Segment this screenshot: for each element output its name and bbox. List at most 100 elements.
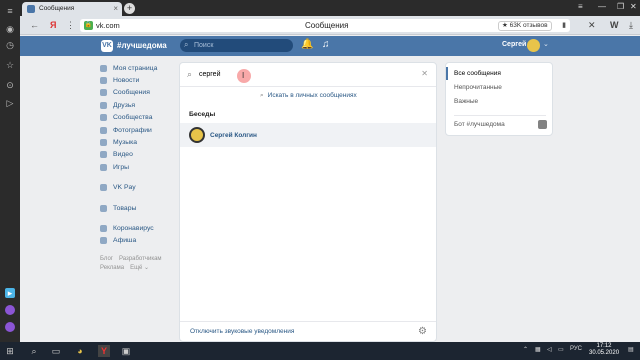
battery-icon[interactable]: ▭	[558, 346, 564, 353]
tray-up-icon[interactable]: ⌃	[523, 346, 528, 353]
volume-icon[interactable]: ◁	[547, 346, 552, 353]
messenger-icon[interactable]	[5, 305, 15, 315]
news-icon	[100, 77, 107, 85]
history-icon[interactable]: ◷	[5, 40, 15, 50]
sidebar-item-news[interactable]: Новости	[100, 74, 175, 86]
close-window-icon[interactable]: ✕	[630, 2, 637, 11]
sidebar-item-label: VK Pay	[113, 184, 136, 192]
avatar	[189, 127, 205, 143]
conversation-name: Сергей Колгин	[210, 132, 257, 139]
community-name[interactable]: #лучшедома	[117, 41, 167, 50]
sidebar-item-afisha[interactable]: Афиша	[100, 235, 175, 247]
windows-start-icon[interactable]: ⊞	[4, 345, 16, 357]
filter-bot[interactable]: Бот #лучшедома	[454, 121, 505, 128]
filter-all[interactable]: Все сообщения	[454, 70, 501, 77]
sidebar-item-goods[interactable]: Товары	[100, 202, 175, 214]
bookmarks-icon[interactable]: ☆	[5, 60, 15, 70]
lock-icon[interactable]: 🔒	[84, 21, 93, 30]
downloads-toolbar-icon[interactable]: ⤓	[629, 20, 633, 31]
friends-icon	[100, 101, 107, 109]
vk-logo-icon[interactable]: VK	[101, 40, 113, 52]
network-icon[interactable]: ▦	[535, 346, 541, 353]
vk-search-input[interactable]: ⌕ Поиск	[180, 39, 293, 52]
messages-search-input[interactable]: ⌕ сергей ✕ I	[180, 63, 436, 87]
sidebar-item-label: Коронавирус	[113, 224, 154, 232]
language-indicator[interactable]: РУС	[570, 346, 582, 352]
left-menu: Моя страница Новости Сообщения Друзья Со…	[100, 62, 175, 273]
alice-icon[interactable]: ◉	[5, 24, 15, 34]
active-filter-marker	[446, 67, 448, 80]
vk-header: VK #лучшедома ⌕ Поиск 🔔 ♫ Сергей ⌄	[20, 36, 640, 56]
footer-link-developers[interactable]: Разработчикам	[119, 256, 162, 262]
sidebar-item-label: Друзья	[113, 101, 136, 109]
bookmark-icon[interactable]: ▮	[562, 21, 566, 29]
sidebar-item-coronavirus[interactable]: Коронавирус	[100, 222, 175, 234]
sidebar-item-photos[interactable]: Фотографии	[100, 124, 175, 136]
video-icon	[100, 151, 107, 159]
sidebar-item-video[interactable]: Видео	[100, 149, 175, 161]
back-icon[interactable]: ←	[30, 20, 39, 30]
sidebar-item-vkpay[interactable]: VK Pay	[100, 182, 175, 194]
disable-sounds-link[interactable]: Отключить звуковые уведомления	[190, 328, 294, 335]
list-item[interactable]: Сергей Колгин	[180, 123, 436, 147]
games-icon	[100, 163, 107, 171]
music-icon	[100, 139, 107, 147]
search-icon[interactable]: ⌕	[28, 345, 40, 357]
app-window-icon[interactable]: ▣	[120, 345, 132, 357]
search-icon: ⌕	[260, 92, 264, 99]
task-view-icon[interactable]: ▭	[50, 345, 62, 357]
reviews-badge[interactable]: ★ 63K отзывов	[498, 21, 552, 31]
search-engine-icon[interactable]: ✕	[588, 20, 596, 31]
user-name[interactable]: Сергей	[502, 41, 526, 48]
avatar[interactable]	[527, 39, 540, 52]
new-tab-button[interactable]: +	[124, 3, 135, 14]
url-field[interactable]: 🔒 vk.com Сообщения ★ 63K отзывов ▮	[80, 19, 570, 32]
sidebar-item-friends[interactable]: Друзья	[100, 99, 175, 111]
yandex-browser-icon[interactable]: Y	[98, 345, 110, 357]
sidebar-item-groups[interactable]: Сообщества	[100, 112, 175, 124]
sidebar-item-label: Новости	[113, 77, 140, 85]
gear-icon[interactable]: ⚙	[418, 326, 427, 337]
notifications-bell-icon[interactable]: 🔔	[301, 39, 313, 50]
maximize-icon[interactable]: ❐	[617, 2, 624, 11]
menu-icon[interactable]: ≡	[578, 2, 583, 11]
clock-time: 17:12	[596, 343, 612, 349]
downloads-icon[interactable]: ⊙	[5, 80, 15, 90]
footer-link-ads[interactable]: Реклама	[100, 265, 124, 271]
messages-panel: ⌕ сергей ✕ I ⌕ Искать в личных сообщениях…	[179, 62, 437, 342]
sidebar-item-label: Афиша	[113, 237, 137, 245]
filter-important[interactable]: Важные	[454, 98, 478, 105]
footer-link-blog[interactable]: Блог	[100, 256, 113, 262]
chevron-down-icon[interactable]: ⌄	[543, 40, 549, 48]
extension-icon[interactable]: ⋮	[66, 20, 75, 31]
yandex-menu-icon[interactable]: ≡	[5, 6, 15, 16]
sidebar-item-label: Моя страница	[113, 64, 158, 72]
search-private-label: Искать в личных сообщениях	[267, 92, 357, 99]
tab-close-icon[interactable]: ×	[113, 4, 118, 13]
music-player-icon[interactable]: ♫	[322, 39, 330, 50]
sidebar-item-messages[interactable]: Сообщения	[100, 87, 175, 99]
sidebar-item-label: Товары	[113, 204, 137, 212]
w-extension-icon[interactable]: W	[610, 20, 619, 30]
chrome-icon[interactable]: ◕	[74, 345, 86, 357]
clock[interactable]: 17:12 30.05.2020	[589, 343, 619, 357]
sidebar-item-games[interactable]: Игры	[100, 161, 175, 173]
tab-messages[interactable]: Сообщения ×	[22, 2, 122, 16]
notifications-icon[interactable]: ▤	[628, 346, 634, 353]
yandex-logo-icon[interactable]: Я	[50, 20, 56, 30]
sidebar-item-my-page[interactable]: Моя страница	[100, 62, 175, 74]
sidebar-item-music[interactable]: Музыка	[100, 136, 175, 148]
photos-icon	[100, 126, 107, 134]
vk-favicon-icon	[27, 5, 35, 13]
vkpay-icon	[100, 184, 107, 192]
zen-icon[interactable]: ▷	[5, 98, 15, 108]
clock-date: 30.05.2020	[589, 350, 620, 356]
minimize-icon[interactable]: —	[598, 2, 606, 11]
search-private-link[interactable]: ⌕ Искать в личных сообщениях	[260, 92, 357, 100]
app-icon[interactable]: ▸	[5, 288, 15, 298]
alice-bottom-icon[interactable]	[5, 322, 15, 332]
url-text: vk.com	[96, 21, 120, 30]
footer-link-more[interactable]: Ещё ⌄	[130, 265, 149, 271]
clear-search-icon[interactable]: ✕	[421, 69, 428, 78]
filter-unread[interactable]: Непрочитанные	[454, 84, 502, 91]
